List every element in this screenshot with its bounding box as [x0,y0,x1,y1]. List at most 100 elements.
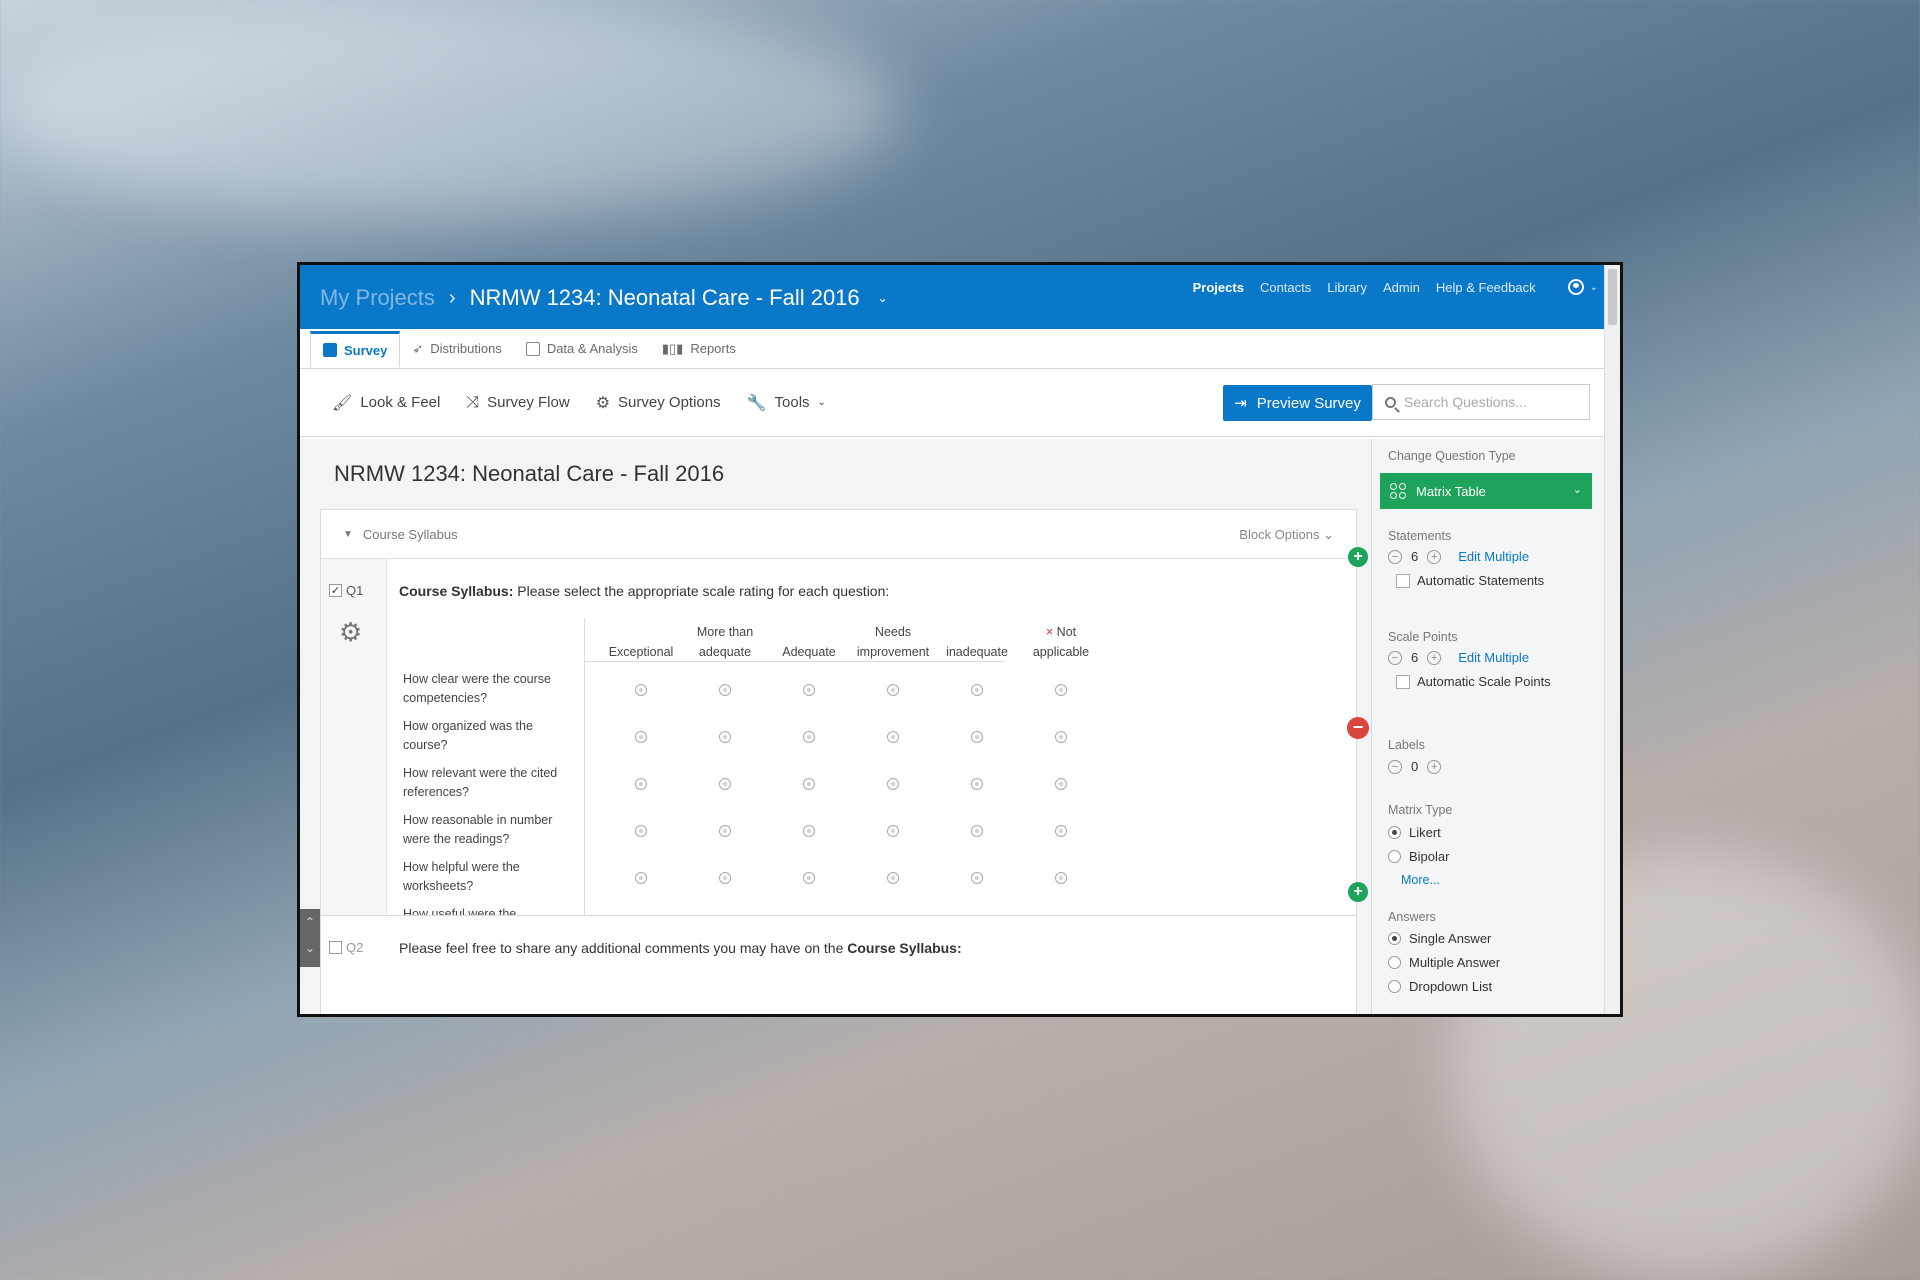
radio-button[interactable] [1388,932,1401,945]
scrollbar-thumb[interactable] [1608,269,1617,325]
nav-help-feedback[interactable]: Help & Feedback [1436,280,1536,295]
survey-options-button[interactable]: ⚙ Survey Options [596,393,721,413]
matrix-column-header: Exceptional [599,622,683,662]
matrix-radio[interactable] [803,872,815,884]
matrix-radio[interactable] [635,778,647,790]
block-header[interactable]: ▼ Course Syllabus Block Options ⌄ [321,510,1356,559]
tab-distributions[interactable]: ➶ Distributions [400,329,513,368]
matrix-radio[interactable] [1055,825,1067,837]
plus-icon[interactable]: + [1427,650,1442,665]
matrix-radio[interactable] [887,872,899,884]
matrix-radio[interactable] [1055,778,1067,790]
chevron-up-icon[interactable]: ⌃ [300,909,320,935]
matrix-radio[interactable] [971,778,983,790]
automatic-scale-points-checkbox[interactable] [1396,674,1410,689]
nav-projects[interactable]: Projects [1193,280,1244,295]
matrix-radio[interactable] [887,778,899,790]
matrix-radio[interactable] [635,872,647,884]
breadcrumb-project-title[interactable]: NRMW 1234: Neonatal Care - Fall 2016 [470,285,860,311]
preview-survey-button[interactable]: ⇥ Preview Survey [1223,385,1372,421]
matrix-radio[interactable] [635,825,647,837]
matrix-radio[interactable] [803,778,815,790]
nav-admin[interactable]: Admin [1383,280,1420,295]
minus-icon[interactable]: − [1388,650,1402,665]
wrench-icon: 🔧 [746,394,767,412]
matrix-radio[interactable] [971,825,983,837]
matrix-radio[interactable] [887,731,899,743]
matrix-radio[interactable] [719,778,731,790]
look-feel-button[interactable]: 🖌 Look & Feel [332,393,440,413]
question-checkbox[interactable] [329,941,342,954]
matrix-radio[interactable] [887,684,899,696]
more-matrix-types-link[interactable]: More... [1401,873,1440,887]
survey-flow-button[interactable]: ⤨ Survey Flow [466,394,569,412]
question-nav-scroller[interactable]: ⌃ ⌄ [300,909,320,967]
remove-question-button[interactable]: − [1347,717,1369,739]
tab-survey[interactable]: Survey [310,331,401,368]
edit-multiple-statements-link[interactable]: Edit Multiple [1458,549,1529,564]
radio-button[interactable] [1388,956,1401,969]
matrix-type-likert[interactable]: Likert [1388,825,1441,840]
brush-icon: 🖌 [332,394,353,412]
matrix-radio[interactable] [719,825,731,837]
minus-icon[interactable]: − [1388,549,1402,564]
matrix-radio[interactable] [971,872,983,884]
question-checkbox[interactable]: ✓ [329,584,342,597]
radio-button[interactable] [1388,826,1401,839]
block-options-menu[interactable]: Block Options ⌄ [1239,527,1334,543]
search-input[interactable]: Search Questions... [1372,384,1590,420]
matrix-radio[interactable] [1055,684,1067,696]
tab-reports[interactable]: ▮▯▮ Reports [650,329,748,368]
answer-single[interactable]: Single Answer [1388,931,1491,946]
automatic-scale-points-option[interactable]: Automatic Scale Points [1396,674,1551,689]
chevron-down-icon[interactable]: ⌄ [300,935,320,961]
tools-menu[interactable]: 🔧 Tools ⌄ [747,393,826,413]
matrix-type-bipolar[interactable]: Bipolar [1388,849,1449,864]
tool-label: Look & Feel [360,394,441,411]
question-type-dropdown[interactable]: Matrix Table ⌄ [1380,473,1592,509]
plus-icon[interactable]: + [1427,759,1442,774]
matrix-radio[interactable] [1055,731,1067,743]
minus-icon[interactable]: − [1388,759,1402,774]
answer-multiple[interactable]: Multiple Answer [1388,955,1500,970]
question-text[interactable]: Course Syllabus: Please select the appro… [399,583,889,599]
matrix-radio[interactable] [803,731,815,743]
chevron-down-icon[interactable]: ⌄ [878,291,888,305]
matrix-radio[interactable] [1055,872,1067,884]
matrix-radio[interactable] [635,684,647,696]
collapse-icon[interactable]: ▼ [343,529,353,540]
matrix-radio[interactable] [635,731,647,743]
nav-library[interactable]: Library [1327,280,1367,295]
nav-contacts[interactable]: Contacts [1260,280,1311,295]
user-menu[interactable]: ⌄ [1567,279,1598,295]
window-scrollbar[interactable] [1604,265,1620,1014]
add-question-button[interactable]: + [1348,882,1368,902]
question-number[interactable]: ✓ Q1 [329,583,363,598]
preview-icon: ⇥ [1234,395,1247,412]
question-q2: Q2 Please feel free to share any additio… [320,915,1357,1014]
gear-icon[interactable]: ⚙ [339,617,362,648]
matrix-radio[interactable] [971,731,983,743]
matrix-radio[interactable] [719,731,731,743]
question-text[interactable]: Please feel free to share any additional… [399,940,962,956]
edit-multiple-scale-link[interactable]: Edit Multiple [1458,650,1529,665]
automatic-statements-checkbox[interactable] [1396,573,1410,588]
question-number[interactable]: Q2 [329,940,363,955]
matrix-radio[interactable] [887,825,899,837]
breadcrumb-my-projects[interactable]: My Projects [320,285,435,311]
tab-data-analysis[interactable]: Data & Analysis [514,329,650,368]
automatic-statements-option[interactable]: Automatic Statements [1396,573,1544,588]
matrix-radio[interactable] [719,872,731,884]
radio-button[interactable] [1388,980,1401,993]
matrix-radio[interactable] [803,684,815,696]
answer-dropdown[interactable]: Dropdown List [1388,979,1492,994]
tab-label: Distributions [430,341,502,356]
matrix-radio[interactable] [803,825,815,837]
add-question-button[interactable]: + [1348,547,1368,567]
plus-icon[interactable]: + [1427,549,1442,564]
top-bar: My Projects › NRMW 1234: Neonatal Care -… [300,265,1620,329]
question-settings-panel: Change Question Type Matrix Table ⌄ Stat… [1371,439,1607,1014]
radio-button[interactable] [1388,850,1401,863]
matrix-radio[interactable] [719,684,731,696]
matrix-radio[interactable] [971,684,983,696]
